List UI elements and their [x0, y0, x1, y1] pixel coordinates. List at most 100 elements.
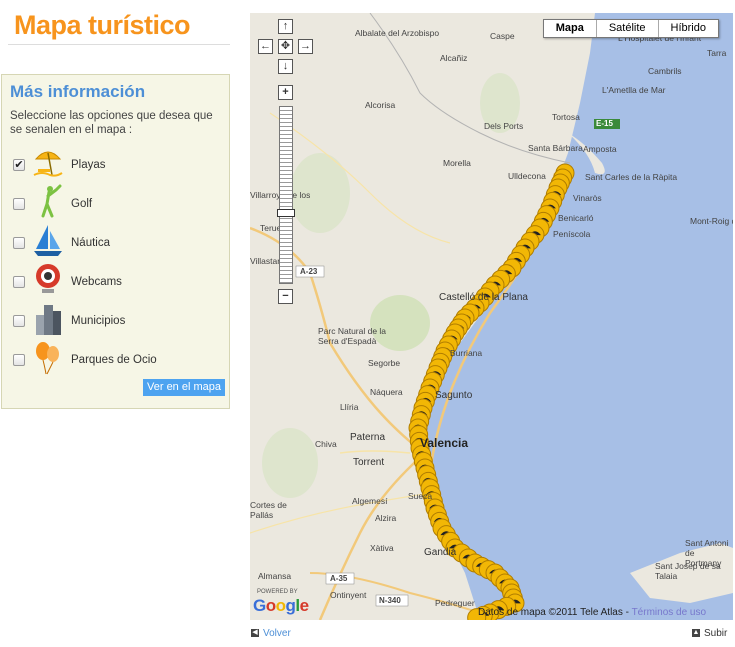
map-place-label: Villastar: [250, 256, 281, 266]
map-place-label: Peníscola: [553, 229, 591, 239]
map-place-label: Sant Carles de la Ràpita: [585, 172, 678, 182]
map-place-label: Sagunto: [435, 390, 473, 401]
golf-checkbox[interactable]: [13, 198, 25, 210]
map-place-label: Albalate del Arzobispo: [355, 28, 440, 38]
webcam-icon: [36, 264, 60, 293]
option-label: Playas: [71, 159, 106, 171]
title-divider: [8, 44, 230, 45]
map-view[interactable]: Albalate del Arzobispo Caspe L'Hospitale…: [250, 13, 733, 620]
info-description: Seleccione las opciones que desea que se…: [10, 110, 213, 136]
map-place-label: Alcorisa: [365, 100, 396, 110]
map-place-label: Cortes de Pallás: [250, 500, 287, 520]
map-place-label: Mont-Roig del Camp: [690, 216, 733, 226]
map-place-label: Chiva: [315, 439, 337, 449]
map-type-satellite-button[interactable]: Satélite: [595, 20, 658, 37]
map-place-label: Sueca: [408, 491, 433, 501]
map-type-map-button[interactable]: Mapa: [544, 20, 596, 37]
map-place-label: Santa Bárbara: [528, 143, 583, 153]
map-copyright: Datos de mapa ©2011 Tele Atlas - Término…: [478, 607, 706, 618]
pan-down-button[interactable]: ↓: [278, 59, 293, 74]
map-place-label: Vinaròs: [573, 193, 602, 203]
webcams-checkbox[interactable]: [13, 276, 25, 288]
pan-center-button[interactable]: ✥: [278, 39, 293, 54]
map-place-label: Xàtiva: [370, 543, 394, 553]
parques-checkbox[interactable]: [13, 354, 25, 366]
playas-checkbox[interactable]: ✔: [13, 159, 25, 171]
sailboat-icon: [34, 225, 62, 256]
golfer-icon: [41, 184, 62, 218]
nautica-checkbox[interactable]: [13, 237, 25, 249]
zoom-slider[interactable]: [279, 106, 293, 284]
map-place-label: Amposta: [583, 144, 617, 154]
balloons-icon: [36, 342, 59, 375]
zoom-in-button[interactable]: +: [278, 85, 293, 100]
map-place-label: Náquera: [370, 387, 403, 397]
map-place-label: Ulldecona: [508, 171, 546, 181]
back-link[interactable]: ◀ Volver: [251, 628, 291, 639]
option-label: Golf: [71, 198, 93, 210]
back-link-label: Volver: [263, 628, 291, 639]
zoom-slider-handle[interactable]: [277, 209, 295, 217]
map-place-label: Caspe: [490, 31, 515, 41]
option-nautica[interactable]: Náutica: [2, 223, 229, 259]
map-place-label: Pedreguer: [435, 598, 475, 608]
option-label: Municipios: [71, 315, 126, 327]
map-place-label: Algemesí: [352, 496, 388, 506]
map-place-label: Morella: [443, 158, 471, 168]
map-place-label: Castelló de la Plana: [439, 292, 528, 303]
map-place-label: Cambrils: [648, 66, 682, 76]
scroll-up-label: Subir: [704, 628, 728, 639]
pan-up-button[interactable]: ↑: [278, 19, 293, 34]
up-arrow-icon: ▲: [692, 629, 700, 638]
map-place-label: Tarra: [707, 48, 727, 58]
map-place-label: Gandia: [424, 547, 457, 558]
page-title: Mapa turístico: [14, 10, 191, 40]
map-place-label: Valencia: [420, 436, 469, 450]
map-place-label: Parc Natural de la Serra d'Espadà: [318, 326, 387, 346]
map-place-label: Dels Ports: [484, 121, 524, 131]
road-label: E-15: [596, 119, 613, 128]
map-type-selector: Mapa Satélite Híbrido: [542, 19, 719, 38]
road-label: A-35: [330, 574, 348, 583]
map-place-label: Llíria: [340, 402, 359, 412]
map-type-hybrid-button[interactable]: Híbrido: [657, 20, 718, 37]
option-playas[interactable]: ✔ Playas: [2, 145, 229, 181]
road-label: A-23: [300, 267, 318, 276]
copyright-text: Datos de mapa ©2011 Tele Atlas -: [478, 607, 632, 618]
buildings-icon: [36, 305, 61, 335]
map-place-label: L'Ametlla de Mar: [602, 85, 666, 95]
option-municipios[interactable]: Municipios: [2, 301, 229, 337]
option-label: Parques de Ocio: [71, 354, 157, 366]
map-place-label: Tortosa: [552, 112, 580, 122]
road-label: N-340: [379, 596, 401, 605]
powered-by-label: POWERED BY: [257, 589, 298, 595]
see-on-map-button[interactable]: Ver en el mapa: [143, 379, 225, 396]
map-place-label: Alcañiz: [440, 53, 468, 63]
option-label: Náutica: [71, 237, 110, 249]
map-place-label: Ontinyent: [330, 590, 367, 600]
option-parques[interactable]: Parques de Ocio: [2, 340, 229, 376]
map-place-label: Alzira: [375, 513, 397, 523]
info-heading: Más información: [10, 82, 146, 101]
info-panel: Más información Seleccione las opciones …: [1, 74, 230, 409]
municipios-checkbox[interactable]: [13, 315, 25, 327]
beach-markers[interactable]: [250, 13, 733, 620]
beach-umbrella-icon: [33, 151, 63, 177]
pan-left-button[interactable]: ←: [258, 39, 273, 54]
map-place-label: Benicarló: [558, 213, 594, 223]
map-place-label: Paterna: [350, 432, 386, 443]
back-arrow-icon: ◀: [251, 629, 259, 638]
map-place-label: Torrent: [353, 457, 385, 468]
google-logo[interactable]: POWERED BY Google: [253, 589, 309, 616]
pan-right-button[interactable]: →: [298, 39, 313, 54]
terms-link[interactable]: Términos de uso: [632, 607, 706, 618]
map-place-label: Burriana: [450, 348, 483, 358]
map-place-label: Sant Josep de sa Talaia: [655, 561, 721, 581]
zoom-out-button[interactable]: −: [278, 289, 293, 304]
option-golf[interactable]: Golf: [2, 184, 229, 220]
option-label: Webcams: [71, 276, 122, 288]
scroll-up-link[interactable]: ▲ Subir: [692, 628, 727, 639]
map-place-label: Almansa: [258, 571, 292, 581]
option-webcams[interactable]: Webcams: [2, 262, 229, 298]
map-place-label: Segorbe: [368, 358, 401, 368]
